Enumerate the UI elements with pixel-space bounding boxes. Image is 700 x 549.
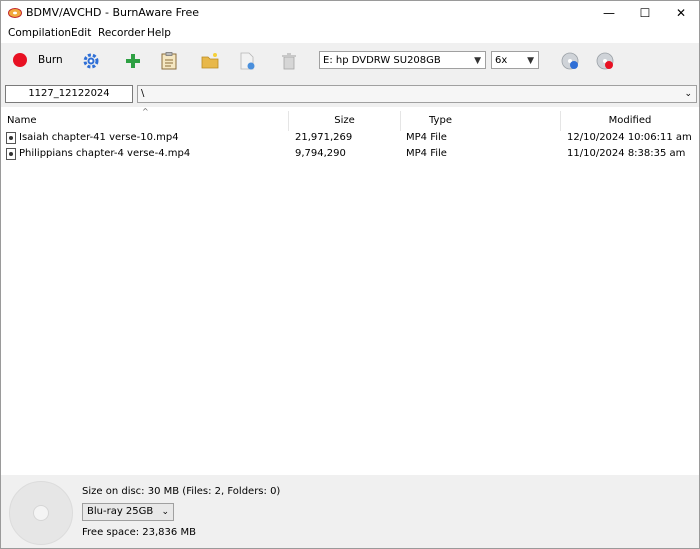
- menu-edit[interactable]: Edit: [71, 27, 91, 39]
- window-title: BDMV/AVCHD - BurnAware Free: [26, 6, 199, 19]
- disc-type-value: Blu-ray 25GB: [87, 506, 154, 517]
- menu-help[interactable]: Help: [147, 27, 171, 39]
- menu-recorder[interactable]: Recorder: [98, 27, 145, 39]
- record-icon: [13, 53, 27, 67]
- toolbar: Burn E: hp DVDRW SU208GB ▼ 6x ▼: [1, 43, 699, 81]
- compilation-name-field[interactable]: 1127_12122024: [5, 85, 133, 103]
- speed-select-value: 6x: [495, 55, 508, 66]
- chevron-down-icon: ▼: [527, 56, 534, 66]
- menu-compilation[interactable]: Compilation: [8, 27, 71, 39]
- burnaware-logo-icon: [8, 8, 22, 18]
- disc-icon: [9, 481, 73, 545]
- file-modified: 11/10/2024 8:38:35 am: [567, 148, 686, 159]
- gear-icon[interactable]: [81, 51, 101, 71]
- burn-label: Burn: [38, 54, 63, 66]
- file-properties-icon[interactable]: [237, 51, 257, 71]
- table-row[interactable]: Philippians chapter-4 verse-4.mp4 9,794,…: [1, 146, 699, 162]
- delete-icon[interactable]: [279, 51, 299, 71]
- path-select[interactable]: \ ⌄: [137, 85, 697, 103]
- new-folder-icon[interactable]: [200, 51, 220, 71]
- chevron-down-icon: ⌄: [161, 507, 169, 517]
- file-size: 9,794,290: [295, 148, 346, 159]
- erase-disc-icon[interactable]: [595, 51, 615, 71]
- file-modified: 12/10/2024 10:06:11 am: [567, 132, 692, 143]
- close-button[interactable]: ✕: [663, 1, 699, 25]
- title-bar: BDMV/AVCHD - BurnAware Free — ☐ ✕: [1, 1, 699, 25]
- status-panel: Size on disc: 30 MB (Files: 2, Folders: …: [1, 475, 699, 548]
- path-select-value: \: [141, 88, 145, 99]
- menu-bar: Compilation Edit Recorder Help: [1, 25, 699, 43]
- column-header-size[interactable]: Size: [289, 111, 401, 131]
- drive-select[interactable]: E: hp DVDRW SU208GB ▼: [319, 51, 486, 69]
- path-bar: 1127_12122024 \ ⌄: [1, 81, 699, 107]
- disc-type-select[interactable]: Blu-ray 25GB ⌄: [82, 503, 174, 521]
- chevron-down-icon: ⌄: [684, 89, 692, 99]
- drive-select-value: E: hp DVDRW SU208GB: [323, 55, 441, 66]
- size-on-disc-text: Size on disc: 30 MB (Files: 2, Folders: …: [82, 486, 281, 497]
- free-space-text: Free space: 23,836 MB: [82, 527, 196, 538]
- file-name: Philippians chapter-4 verse-4.mp4: [19, 148, 191, 159]
- maximize-button[interactable]: ☐: [627, 1, 663, 25]
- add-icon[interactable]: [123, 51, 143, 71]
- file-type: MP4 File: [406, 148, 447, 159]
- column-header-name[interactable]: Name: [1, 111, 289, 131]
- burn-button[interactable]: Burn: [7, 49, 65, 73]
- app-window: BDMV/AVCHD - BurnAware Free — ☐ ✕ Compil…: [0, 0, 700, 549]
- table-row[interactable]: Isaiah chapter-41 verse-10.mp4 21,971,26…: [1, 130, 699, 146]
- file-type: MP4 File: [406, 132, 447, 143]
- file-name: Isaiah chapter-41 verse-10.mp4: [19, 132, 179, 143]
- chevron-down-icon: ▼: [474, 56, 481, 66]
- column-header-modified[interactable]: Modified: [561, 111, 699, 131]
- disc-info-icon[interactable]: [560, 51, 580, 71]
- file-list: ^ Name Size Type Modified Isaiah chapter…: [1, 107, 699, 475]
- video-file-icon: [6, 148, 16, 160]
- file-size: 21,971,269: [295, 132, 353, 143]
- speed-select[interactable]: 6x ▼: [491, 51, 539, 69]
- minimize-button[interactable]: —: [591, 1, 627, 25]
- video-file-icon: [6, 132, 16, 144]
- clipboard-icon[interactable]: [159, 51, 179, 71]
- column-header-type[interactable]: Type: [401, 111, 561, 131]
